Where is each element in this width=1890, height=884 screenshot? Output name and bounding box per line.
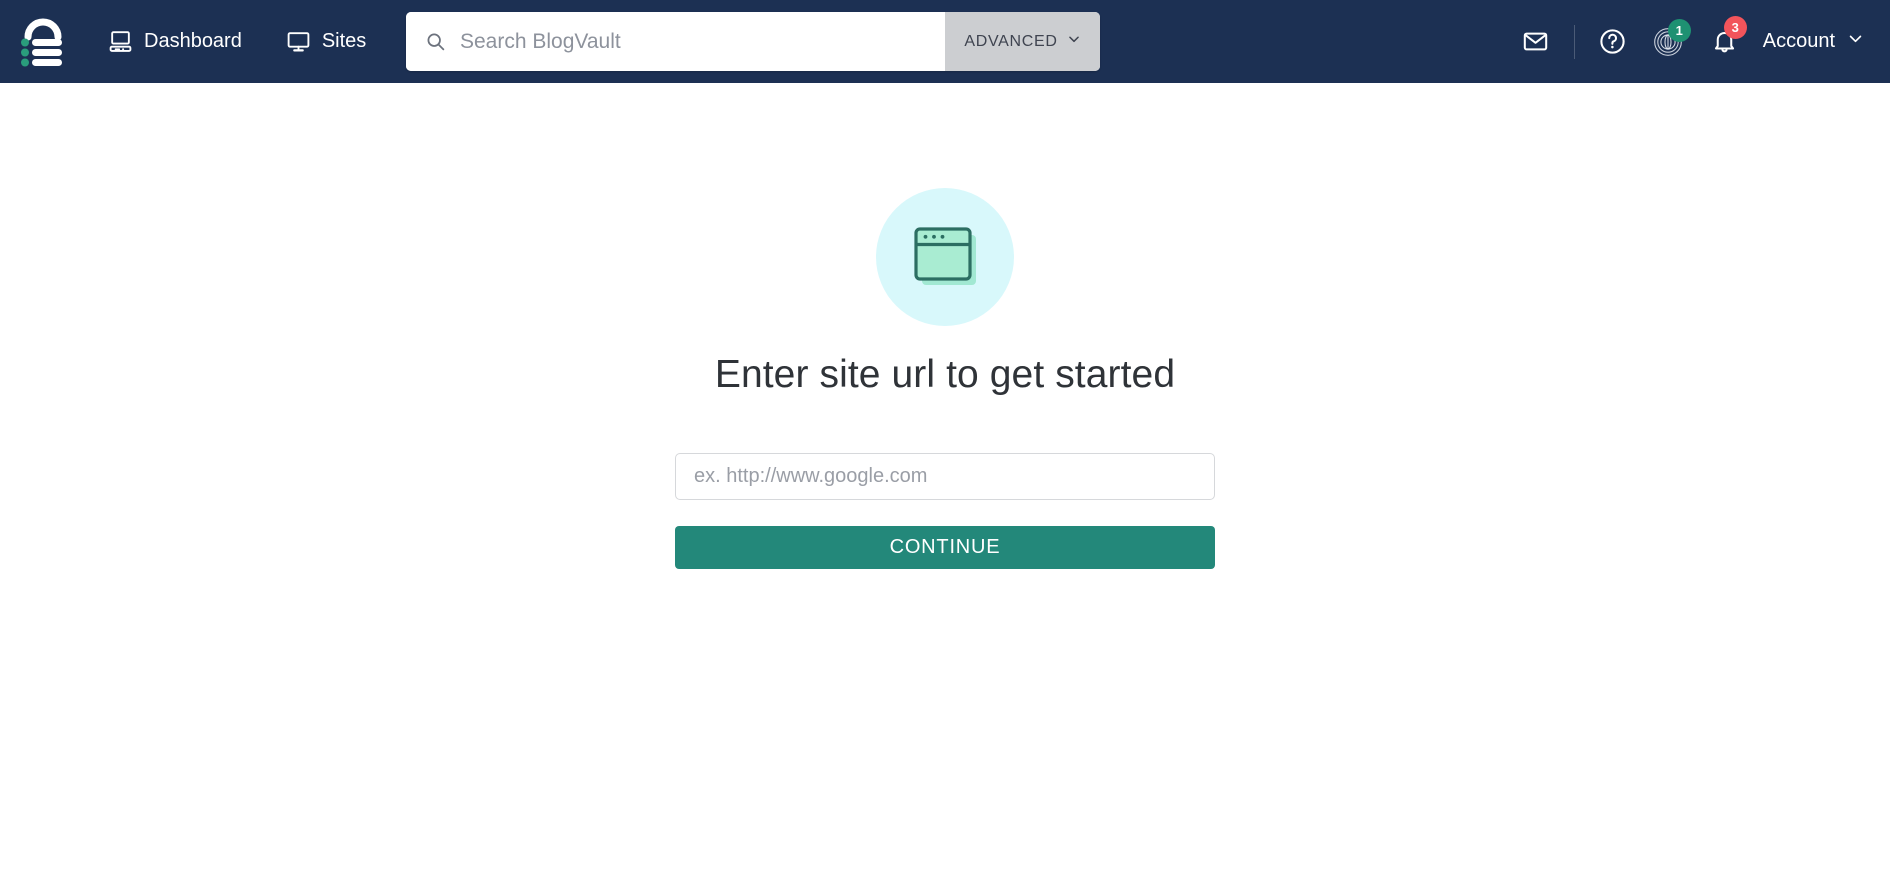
continue-button[interactable]: CONTINUE [675,526,1215,570]
app-header: Dashboard Sites ADVANCED [0,0,1890,83]
onboarding-illustration [876,188,1014,326]
activity-button[interactable]: 1 [1641,0,1697,83]
messages-button[interactable] [1508,0,1564,83]
advanced-label: ADVANCED [964,32,1058,50]
help-button[interactable] [1585,0,1641,83]
desktop-computer-icon [108,29,133,54]
nav-label-dashboard: Dashboard [144,30,242,52]
primary-nav: Dashboard Sites [86,0,388,83]
search-field[interactable] [406,12,945,71]
monitor-icon [286,29,311,54]
logo-link[interactable] [0,0,86,83]
account-menu[interactable]: Account [1753,0,1868,83]
blogvault-padlock-logo [20,15,66,69]
account-label: Account [1762,30,1835,52]
chevron-down-icon [1847,30,1864,53]
global-search: ADVANCED [406,12,1100,71]
nav-item-dashboard[interactable]: Dashboard [86,0,264,83]
header-divider [1573,24,1575,59]
question-circle-icon [1598,27,1627,56]
notifications-button[interactable]: 3 [1697,0,1753,83]
search-icon [425,31,446,52]
search-input[interactable] [458,28,926,55]
chevron-down-icon [1067,32,1081,51]
site-url-input[interactable] [675,453,1215,501]
notifications-badge: 3 [1723,16,1747,39]
browser-window-icon [903,215,987,299]
header-actions: 1 3 Account [1508,0,1868,83]
envelope-icon [1522,28,1549,55]
main-content: Enter site url to get started CONTINUE [0,83,1890,884]
advanced-search-toggle[interactable]: ADVANCED [945,12,1100,71]
nav-item-sites[interactable]: Sites [264,0,388,83]
activity-badge: 1 [1667,19,1691,42]
nav-label-sites: Sites [321,30,367,52]
page-title: Enter site url to get started [714,353,1176,396]
